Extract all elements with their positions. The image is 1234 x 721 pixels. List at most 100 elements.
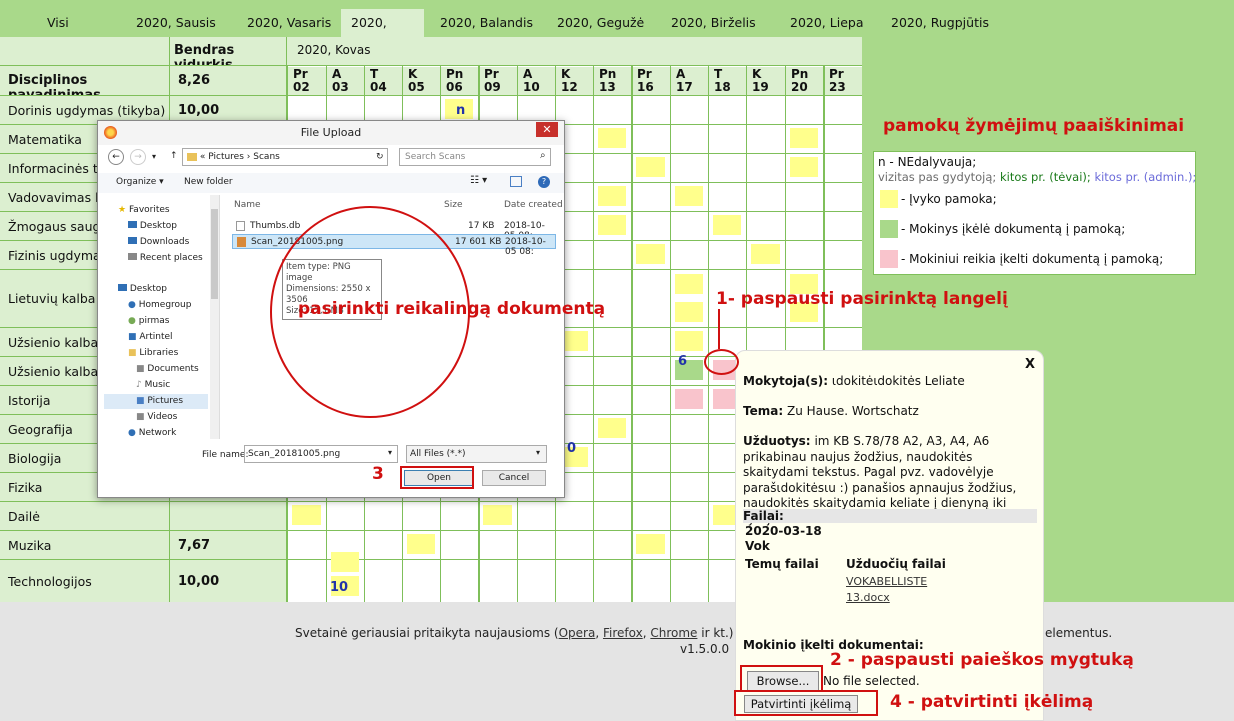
close-icon[interactable]: ✕	[536, 122, 558, 137]
nav-documents[interactable]: ■ Documents	[136, 364, 199, 374]
lesson-cell[interactable]	[598, 186, 626, 206]
nav-pirmas[interactable]: ● pirmas	[128, 316, 169, 326]
dropdown-icon[interactable]: ▾	[152, 152, 156, 161]
col-size[interactable]: Size	[444, 200, 462, 210]
row-divider	[0, 95, 862, 96]
day-number: 13	[599, 80, 616, 94]
lesson-cell[interactable]	[675, 274, 703, 294]
lesson-cell[interactable]	[407, 534, 435, 554]
path-prefix: «	[199, 152, 206, 162]
file-name: Thumbs.db	[250, 221, 301, 231]
lesson-cell[interactable]	[675, 302, 703, 322]
chrome-link[interactable]: Chrome	[650, 626, 697, 640]
day-number: 20	[791, 80, 808, 94]
nav-videos[interactable]: ■ Videos	[136, 412, 177, 422]
popup-close-icon[interactable]: X	[1025, 357, 1035, 372]
nav-libraries[interactable]: ■ Libraries	[128, 348, 178, 358]
nav-recent[interactable]: Recent places	[128, 253, 203, 263]
search-input[interactable]: Search Scans	[399, 148, 551, 166]
subject-name: Technologijos	[0, 560, 169, 602]
filetype-select[interactable]: All Files (*.*)	[406, 445, 547, 463]
filetype-dropdown-icon[interactable]: ▾	[536, 448, 540, 457]
view-icon[interactable]: ☷ ▾	[470, 175, 487, 186]
lesson-cell[interactable]	[483, 505, 512, 525]
cancel-button[interactable]: Cancel	[482, 470, 546, 486]
footer-text-3: elementus.	[1045, 626, 1113, 640]
nav-pane: ★ Favorites Desktop Downloads Recent pla…	[98, 195, 220, 439]
lesson-cell[interactable]	[713, 215, 741, 235]
nav-downloads[interactable]: Downloads	[128, 237, 189, 247]
forward-icon[interactable]: →	[130, 149, 146, 165]
legend-box: n - NEdalyvauja; vizitas pas gydytoją; k…	[873, 151, 1196, 275]
nav-pictures[interactable]: ■ Pictures	[136, 396, 183, 406]
lesson-cell[interactable]	[790, 157, 818, 177]
nav-desktop-root[interactable]: Desktop	[118, 284, 167, 294]
organize-button[interactable]: Organize ▾	[116, 177, 164, 187]
path-scans[interactable]: Scans	[253, 152, 280, 162]
lesson-cell[interactable]	[598, 215, 626, 235]
lesson-cell[interactable]	[790, 128, 818, 148]
file-link-1[interactable]: VOKABELLISTE	[846, 575, 927, 588]
preview-pane-icon[interactable]	[510, 176, 522, 187]
lesson-cell[interactable]	[598, 128, 626, 148]
nav-desktop[interactable]: Desktop	[128, 221, 177, 231]
filename-input[interactable]: Scan_20181005.png	[244, 445, 398, 463]
nav-artintel[interactable]: ■ Artintel	[128, 332, 173, 342]
lesson-cell[interactable]	[598, 418, 626, 438]
col-date[interactable]: Date created	[504, 200, 563, 210]
tab-kovas[interactable]: 2020, Kovas	[341, 9, 424, 58]
day-number: 19	[752, 80, 769, 94]
refresh-icon[interactable]: ↻	[376, 152, 384, 162]
tab-birzelis[interactable]: 2020, Birželis	[661, 9, 766, 37]
file-icon	[236, 221, 245, 231]
tab-geguze[interactable]: 2020, Gegužė	[547, 9, 654, 37]
legend-title: pamokų žymėjimų paaiškinimai	[883, 116, 1185, 136]
tab-rugpjutis[interactable]: 2020, Rugpjūtis	[881, 9, 999, 37]
lesson-cell[interactable]	[675, 331, 703, 351]
tab-balandis[interactable]: 2020, Balandis	[430, 9, 543, 37]
nav-network[interactable]: ● Network	[128, 428, 176, 438]
day-header: T 18	[709, 67, 746, 95]
col-name[interactable]: Name	[234, 200, 261, 210]
day-header: K 12	[556, 67, 593, 95]
nav-homegroup[interactable]: ● Homegroup	[128, 300, 191, 310]
filename-label: File name:	[202, 450, 249, 460]
lesson-cell[interactable]	[675, 186, 703, 206]
opera-link[interactable]: Opera	[559, 626, 596, 640]
tab-liepa[interactable]: 2020, Liepa	[780, 9, 873, 37]
tab-vasaris[interactable]: 2020, Vasaris	[237, 9, 341, 37]
row-divider	[0, 559, 862, 560]
path-pictures[interactable]: Pictures	[208, 152, 244, 162]
tab-sausis[interactable]: 2020, Sausis	[126, 9, 226, 37]
address-bar[interactable]: « Pictures › Scans	[182, 148, 388, 166]
lesson-cell[interactable]	[751, 244, 780, 264]
firefox-link[interactable]: Firefox	[603, 626, 643, 640]
file-link-2[interactable]: 13.docx	[846, 591, 890, 604]
up-icon[interactable]: ↑	[170, 151, 178, 161]
lesson-cell[interactable]	[331, 552, 359, 572]
version: v1.5.0.0	[680, 642, 730, 656]
day-number: 23	[829, 80, 846, 94]
nav-music[interactable]: ♪ Music	[136, 380, 170, 390]
grade-mark: 0	[567, 441, 577, 456]
lesson-cell[interactable]	[636, 157, 665, 177]
day-header: Pn 13	[594, 67, 631, 95]
back-icon[interactable]: ←	[108, 149, 124, 165]
grade-mark: 6	[678, 354, 688, 369]
lesson-cell[interactable]	[636, 534, 665, 554]
overall-average: 8,26	[170, 66, 286, 95]
tab-visi[interactable]: Visi	[37, 9, 79, 37]
help-icon[interactable]: ?	[538, 176, 550, 188]
pending-lesson-cell[interactable]	[675, 389, 703, 409]
subject-average: 7,67	[170, 531, 286, 559]
day-header: A 10	[518, 67, 555, 95]
filename-dropdown-icon[interactable]: ▾	[388, 448, 392, 457]
nav-favorites[interactable]: ★ Favorites	[118, 205, 170, 215]
lesson-cell[interactable]	[636, 244, 665, 264]
nav-scrollbar[interactable]	[210, 195, 219, 439]
col-divider	[708, 66, 709, 602]
footer-text: Svetainė geriausiai pritaikyta naujausio…	[295, 626, 559, 640]
lesson-cell[interactable]	[292, 505, 321, 525]
subject-average	[170, 502, 286, 530]
new-folder-button[interactable]: New folder	[184, 177, 233, 187]
